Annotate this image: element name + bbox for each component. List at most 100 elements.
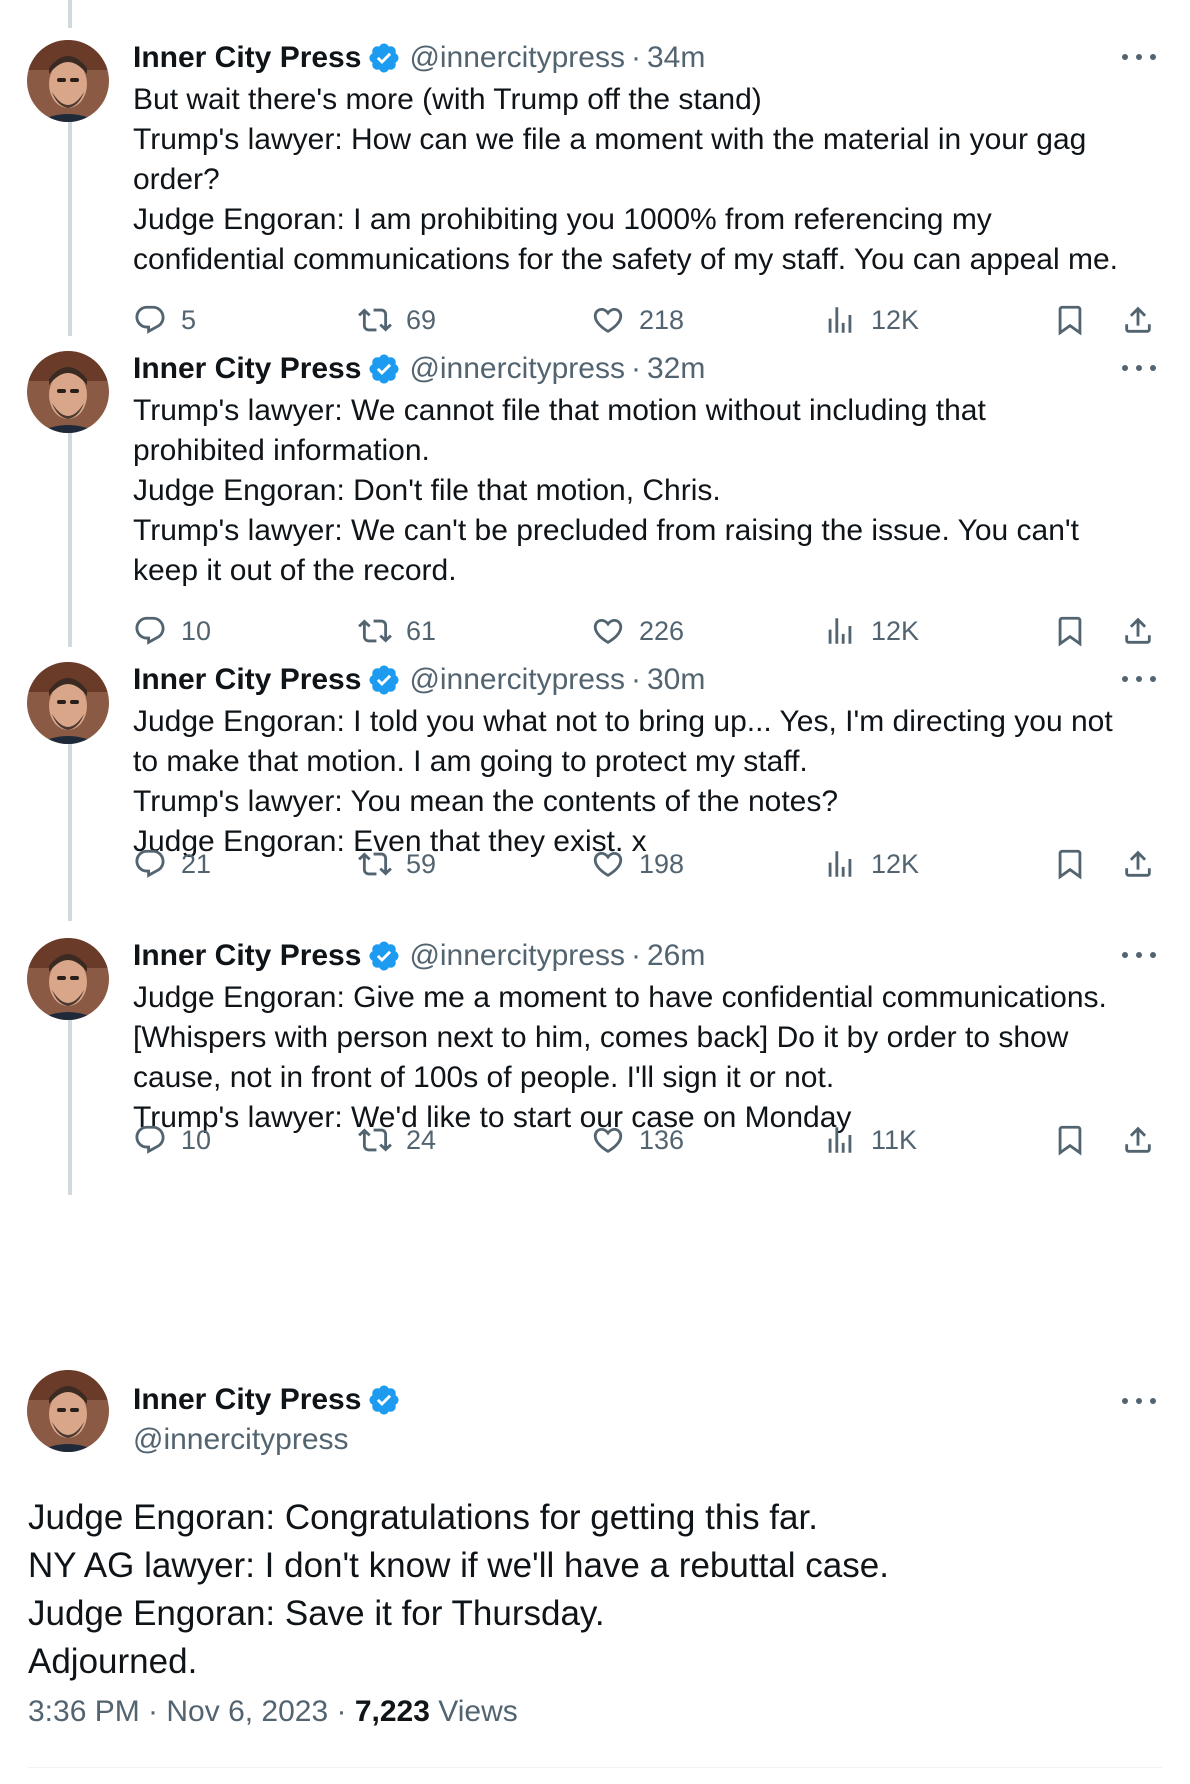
bookmark-button[interactable]	[1053, 611, 1087, 651]
bookmark-button[interactable]	[1053, 1120, 1087, 1160]
more-options-icon[interactable]	[1122, 940, 1156, 970]
action-bar: 10 24 136 11K	[133, 1120, 1163, 1160]
repost-icon	[358, 308, 392, 332]
author-handle[interactable]: @innercitypress	[409, 939, 625, 973]
text-line: [Whispers with person next to him, comes…	[133, 1021, 1069, 1054]
views-chart-icon	[828, 618, 852, 644]
tweet-time[interactable]: 34m	[647, 41, 705, 75]
text-line: confidential communications for the safe…	[133, 243, 1119, 276]
tweet-header: Inner City Press @innercitypress · 34m	[133, 36, 705, 80]
text-line: NY AG lawyer: I don't know if we'll have…	[28, 1546, 889, 1585]
like-button[interactable]: 226	[591, 611, 684, 651]
action-bar: 5 69 218 12K	[133, 300, 1163, 340]
main-tweet-text: Judge Engoran: Congratulations for getti…	[28, 1494, 1158, 1686]
more-options-icon[interactable]	[1122, 353, 1156, 383]
more-options-icon[interactable]	[1122, 1386, 1156, 1416]
verified-badge-icon	[367, 663, 401, 697]
reply-button[interactable]: 10	[133, 611, 211, 651]
like-button[interactable]: 198	[591, 844, 684, 884]
reply-count: 10	[181, 615, 212, 646]
views-button[interactable]: 12K	[823, 844, 919, 884]
tweet-time[interactable]: 30m	[647, 663, 705, 697]
text-line: prohibited information.	[133, 434, 430, 467]
share-button[interactable]	[1121, 300, 1155, 340]
author-name[interactable]: Inner City Press	[133, 939, 361, 973]
bookmark-button[interactable]	[1053, 300, 1087, 340]
more-options-icon[interactable]	[1122, 42, 1156, 72]
author-handle[interactable]: @innercitypress	[133, 1420, 409, 1460]
views-button[interactable]: 12K	[823, 300, 919, 340]
reply-button[interactable]: 5	[133, 300, 196, 340]
separator-dot: ·	[630, 663, 641, 696]
tweet-header: Inner City Press @innercitypress · 30m	[133, 658, 705, 702]
author-handle[interactable]: @innercitypress	[409, 663, 625, 697]
repost-count: 24	[406, 1124, 437, 1155]
bookmark-icon	[1058, 849, 1082, 880]
author-handle[interactable]: @innercitypress	[409, 352, 625, 386]
views-button[interactable]: 12K	[823, 611, 919, 651]
more-options-icon[interactable]	[1122, 664, 1156, 694]
author-name[interactable]: Inner City Press	[133, 1383, 361, 1417]
text-line: cause, not in front of 100s of people. I…	[133, 1061, 835, 1094]
reply-icon	[135, 305, 165, 334]
like-count: 218	[639, 304, 685, 335]
like-button[interactable]: 218	[591, 300, 684, 340]
like-button[interactable]: 136	[591, 1120, 684, 1160]
repost-icon	[358, 619, 392, 643]
avatar[interactable]	[27, 1370, 109, 1452]
avatar[interactable]	[27, 40, 109, 122]
bookmark-icon	[1058, 305, 1082, 336]
share-button[interactable]	[1121, 844, 1155, 884]
tweet-time[interactable]: 26m	[647, 939, 705, 973]
text-line: Judge Engoran: I told you what not to br…	[133, 705, 1113, 738]
author-handle[interactable]: @innercitypress	[409, 41, 625, 75]
views-count: 12K	[871, 615, 920, 646]
text-line: Trump's lawyer: We can't be precluded fr…	[133, 514, 1079, 547]
share-icon	[1125, 850, 1151, 877]
reply-count: 21	[181, 848, 212, 879]
verified-badge-icon	[367, 41, 401, 75]
share-icon	[1125, 306, 1151, 333]
views-button[interactable]: 11K	[823, 1120, 917, 1160]
repost-button[interactable]: 61	[358, 611, 436, 651]
reply-button[interactable]: 10	[133, 1120, 211, 1160]
tweet-text: Judge Engoran: I told you what not to br…	[133, 702, 1163, 862]
repost-count: 69	[406, 304, 437, 335]
share-button[interactable]	[1121, 611, 1155, 651]
repost-icon	[358, 852, 392, 876]
avatar[interactable]	[27, 662, 109, 744]
bookmark-button[interactable]	[1053, 844, 1087, 884]
thread-connector	[68, 427, 72, 647]
share-button[interactable]	[1121, 1120, 1155, 1160]
reply-icon	[135, 616, 165, 645]
repost-button[interactable]: 59	[358, 844, 436, 884]
reply-count: 10	[181, 1124, 212, 1155]
thread-connector	[68, 738, 72, 921]
author-name[interactable]: Inner City Press	[133, 352, 361, 386]
text-line: Trump's lawyer: You mean the contents of…	[133, 785, 839, 818]
text-line: Judge Engoran: Give me a moment to have …	[133, 981, 1107, 1014]
tweet-header: Inner City Press @innercitypress · 26m	[133, 934, 705, 978]
bookmark-icon	[1058, 616, 1082, 647]
repost-button[interactable]: 24	[358, 1120, 436, 1160]
bookmark-icon	[1058, 1125, 1082, 1156]
separator-dot: ·	[630, 352, 641, 385]
author-name[interactable]: Inner City Press	[133, 663, 361, 697]
reply-count: 5	[181, 304, 197, 335]
tweet-text: Trump's lawyer: We cannot file that moti…	[133, 391, 1163, 591]
avatar[interactable]	[27, 351, 109, 433]
tweet-time[interactable]: 32m	[647, 352, 705, 386]
heart-icon	[593, 618, 623, 644]
text-line: to make that motion. I am going to prote…	[133, 745, 808, 778]
main-tweet-header: Inner City Press @innercitypress	[133, 1380, 409, 1460]
like-count: 136	[639, 1124, 685, 1155]
repost-button[interactable]: 69	[358, 300, 436, 340]
share-icon	[1125, 617, 1151, 644]
reply-button[interactable]: 21	[133, 844, 211, 884]
avatar[interactable]	[27, 938, 109, 1020]
tweet-header: Inner City Press @innercitypress · 32m	[133, 347, 705, 391]
timestamp[interactable]: 3:36 PM · Nov 6, 2023 ·	[28, 1695, 355, 1728]
action-bar: 21 59 198 12K	[133, 844, 1163, 884]
separator-dot: ·	[630, 939, 641, 972]
author-name[interactable]: Inner City Press	[133, 41, 361, 75]
